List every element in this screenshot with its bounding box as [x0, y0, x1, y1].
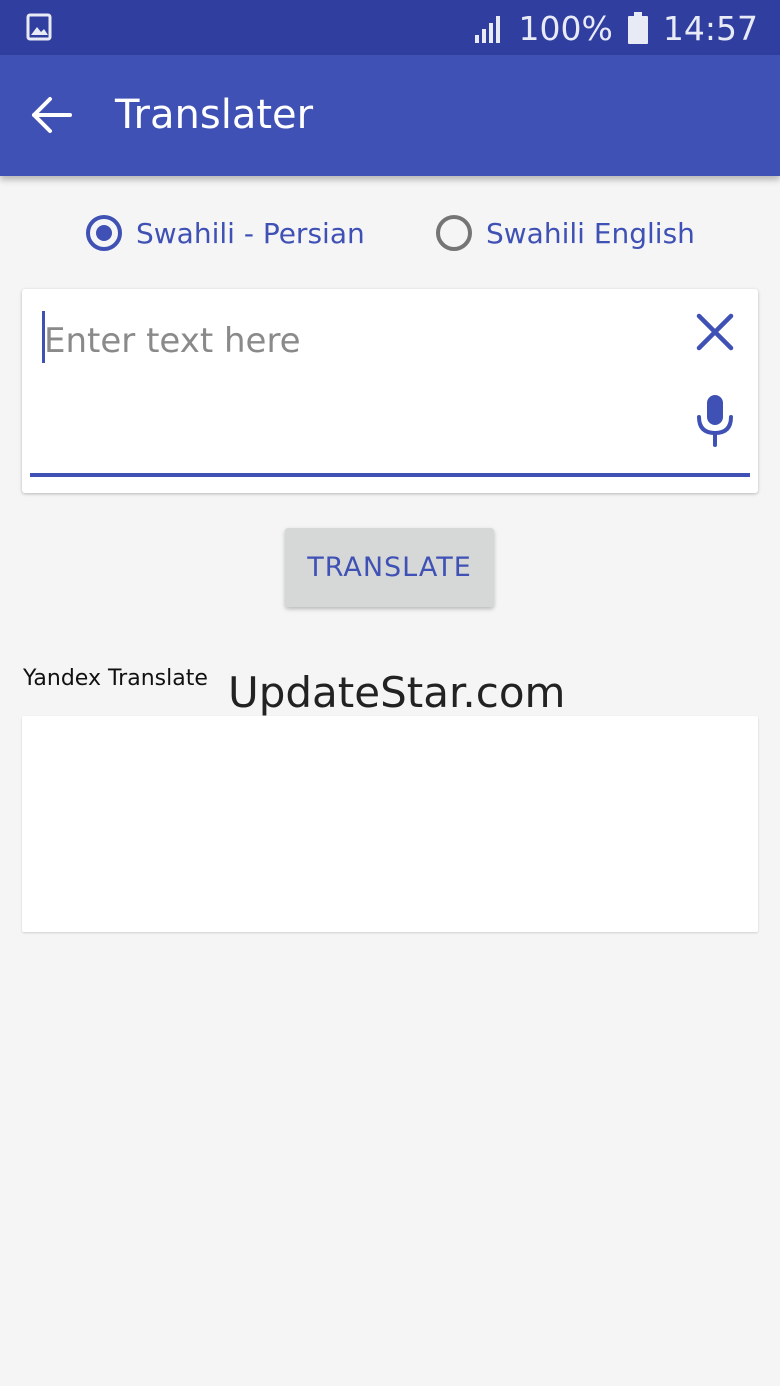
radio-label: Swahili English	[486, 216, 695, 250]
app-bar: Translater	[0, 55, 780, 176]
translate-button[interactable]: TRANSLATE	[285, 528, 494, 607]
cellular-signal-icon	[474, 16, 500, 43]
watermark-text: UpdateStar.com	[228, 668, 566, 717]
battery-full-icon	[627, 12, 648, 44]
radio-swahili-persian[interactable]: Swahili - Persian	[86, 207, 365, 259]
language-radio-group: Swahili - Persian Swahili English	[0, 207, 780, 259]
radio-label: Swahili - Persian	[136, 216, 365, 250]
input-card	[22, 289, 758, 493]
text-input[interactable]	[44, 311, 664, 371]
translation-output	[22, 716, 758, 932]
close-icon[interactable]	[694, 311, 736, 353]
provider-label: Yandex Translate	[23, 666, 208, 691]
status-time: 14:57	[662, 8, 758, 48]
battery-percent: 100%	[518, 8, 613, 48]
radio-unchecked-icon[interactable]	[436, 215, 472, 251]
input-underline	[30, 473, 750, 477]
microphone-icon[interactable]	[694, 393, 736, 447]
text-caret	[42, 311, 45, 363]
image-notification-icon	[26, 13, 52, 41]
radio-checked-icon[interactable]	[86, 215, 122, 251]
radio-swahili-english[interactable]: Swahili English	[436, 207, 695, 259]
status-right-group: 100% 14:57	[473, 6, 758, 50]
status-bar: 100% 14:57	[0, 0, 780, 55]
page-title: Translater	[115, 92, 314, 138]
arrow-back-icon[interactable]	[30, 95, 74, 135]
